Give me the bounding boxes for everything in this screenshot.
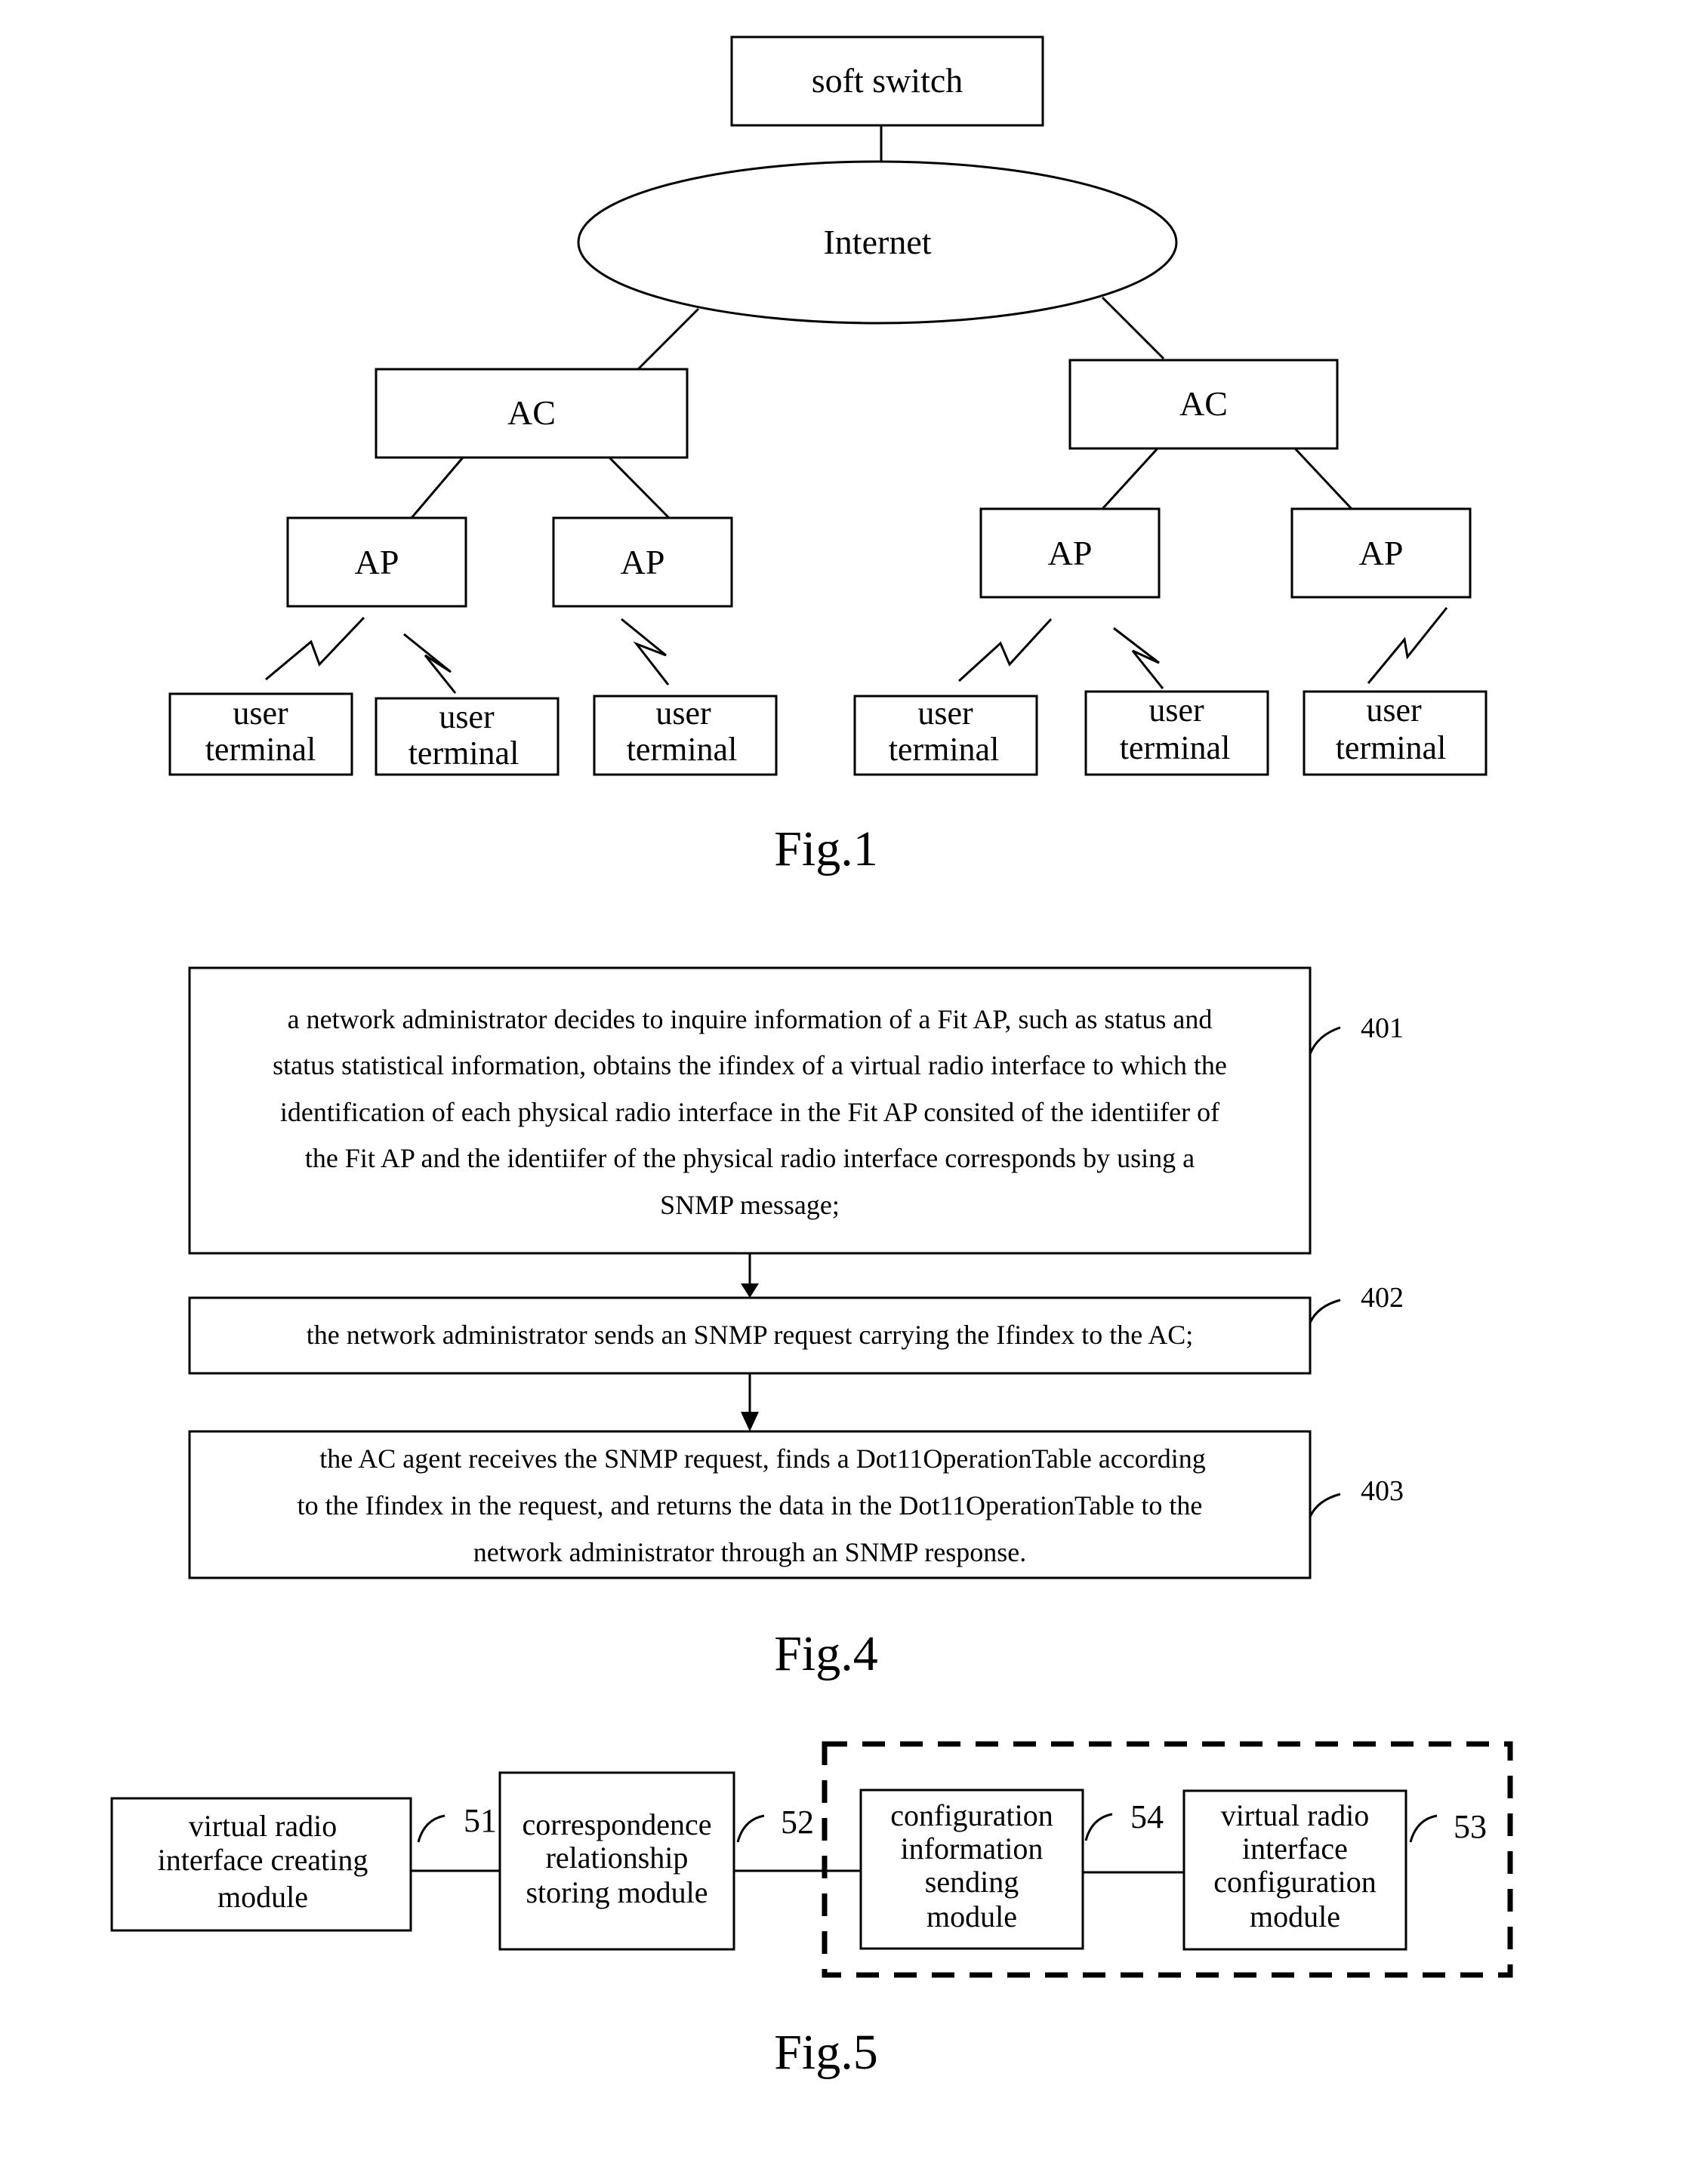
- ap-label-3: AP: [1048, 534, 1093, 572]
- wireless-link-icon: [621, 618, 670, 686]
- module-53-text: module: [1250, 1899, 1340, 1933]
- ref-label-402: 402: [1361, 1282, 1404, 1314]
- step-401-text: the Fit AP and the identiifer of the phy…: [305, 1143, 1195, 1173]
- user-terminal-label: user: [233, 695, 288, 732]
- fig1-caption: Fig.1: [774, 821, 878, 877]
- module-53-text: interface: [1242, 1832, 1348, 1866]
- user-terminal-label: terminal: [205, 731, 316, 768]
- module-52-text: correspondence: [523, 1807, 712, 1841]
- ac-left-label: AC: [507, 393, 556, 432]
- wireless-link-icon: [265, 616, 365, 681]
- link-ac-right-ap4: [1293, 447, 1353, 510]
- link-internet-ac-left: [637, 307, 700, 371]
- ref-leader-401: [1309, 1026, 1341, 1055]
- wireless-link-icon: [1113, 627, 1164, 689]
- step-401-text: status statistical information, obtains …: [273, 1050, 1227, 1080]
- ref-leader-52: [736, 1814, 765, 1843]
- ref-label-401: 401: [1361, 1012, 1404, 1044]
- step-403-text: to the Ifindex in the request, and retur…: [298, 1490, 1203, 1521]
- ref-leader-53: [1409, 1814, 1438, 1843]
- step-401-text: identification of each physical radio in…: [280, 1097, 1219, 1127]
- internet-label: Internet: [823, 223, 931, 261]
- ap-label-2: AP: [621, 543, 665, 581]
- ref-label-51: 51: [464, 1802, 497, 1839]
- module-54-text: configuration: [890, 1798, 1053, 1832]
- fig5-caption: Fig.5: [774, 2025, 878, 2080]
- ac-right-label: AC: [1179, 384, 1228, 423]
- ref-leader-54: [1084, 1813, 1113, 1841]
- link-ac-right-ap3: [1101, 447, 1159, 510]
- module-54-text: sending: [925, 1865, 1019, 1899]
- module-54-text: module: [926, 1899, 1017, 1933]
- link-ac-left-ap2: [608, 456, 671, 519]
- arrow-down-icon: [741, 1283, 759, 1298]
- step-401-text: SNMP message;: [660, 1190, 840, 1220]
- module-51-text: interface creating: [158, 1843, 368, 1877]
- ref-label-403: 403: [1361, 1475, 1404, 1507]
- ref-label-54: 54: [1130, 1798, 1164, 1835]
- wireless-link-icon: [957, 618, 1053, 682]
- user-terminal-label: user: [917, 695, 973, 732]
- user-terminal-label: terminal: [889, 731, 1000, 768]
- ap-label-1: AP: [355, 543, 399, 581]
- ref-leader-51: [417, 1814, 445, 1843]
- ap-label-4: AP: [1359, 534, 1404, 572]
- module-54-text: information: [901, 1832, 1044, 1866]
- step-403-text: network administrator through an SNMP re…: [473, 1537, 1027, 1567]
- step-403-text: the AC agent receives the SNMP request, …: [319, 1443, 1205, 1474]
- ref-leader-402: [1309, 1299, 1341, 1323]
- step-402-text: the network administrator sends an SNMP …: [307, 1320, 1193, 1350]
- wireless-link-icon: [1367, 607, 1448, 684]
- link-internet-ac-right: [1101, 296, 1165, 360]
- user-terminal-label: terminal: [1120, 729, 1231, 766]
- user-terminal-label: user: [655, 695, 711, 732]
- soft-switch-label: soft switch: [812, 61, 963, 100]
- module-51-text: virtual radio: [189, 1809, 338, 1843]
- arrow-down-icon: [741, 1412, 759, 1431]
- wireless-link-icon: [403, 633, 457, 694]
- module-53-text: configuration: [1213, 1865, 1377, 1899]
- step-401-text: a network administrator decides to inqui…: [288, 1004, 1213, 1034]
- user-terminal-label: user: [1148, 692, 1204, 729]
- module-52-text: storing module: [526, 1875, 708, 1909]
- patent-figures-canvas: soft switch Internet AC AC AP AP AP AP u…: [110, 35, 1513, 2080]
- user-terminal-label: terminal: [409, 735, 519, 772]
- module-53-text: virtual radio: [1221, 1798, 1370, 1832]
- ref-label-52: 52: [781, 1804, 814, 1841]
- module-51-text: module: [217, 1880, 308, 1914]
- module-52-text: relationship: [546, 1841, 689, 1875]
- user-terminal-label: terminal: [1336, 729, 1447, 766]
- user-terminal-label: user: [439, 698, 495, 735]
- ref-leader-403: [1309, 1493, 1341, 1517]
- ref-label-53: 53: [1454, 1808, 1487, 1845]
- link-ac-left-ap1: [410, 457, 464, 519]
- fig4-caption: Fig.4: [774, 1626, 878, 1681]
- user-terminal-label: terminal: [627, 731, 738, 768]
- user-terminal-label: user: [1366, 692, 1422, 729]
